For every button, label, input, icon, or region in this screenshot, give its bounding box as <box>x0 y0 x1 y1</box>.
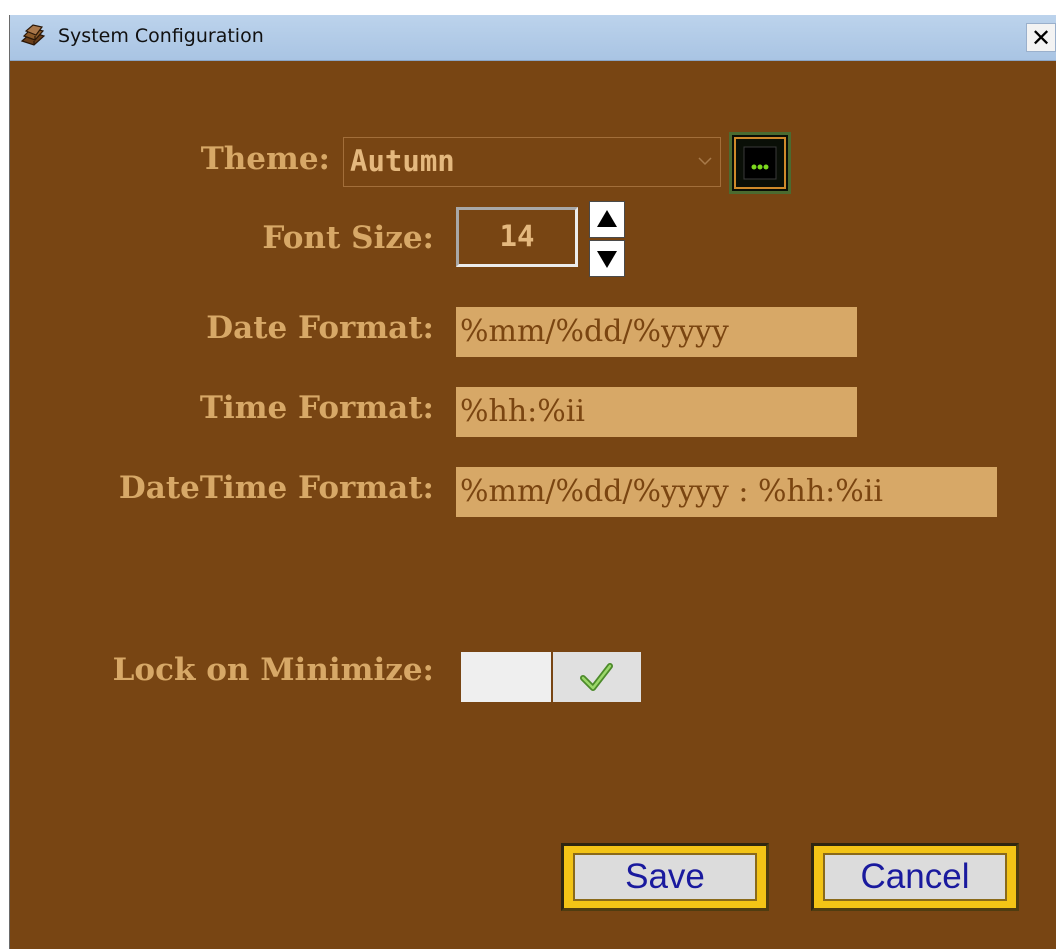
arrow-up-icon <box>597 210 617 227</box>
save-button-label: Save <box>573 853 757 901</box>
font-size-label: Font Size: <box>262 220 434 256</box>
system-configuration-window: System Configuration ✕ Theme: Autumn Fon… <box>9 15 1056 949</box>
theme-select-value: Autumn <box>350 144 455 178</box>
books-icon <box>20 24 46 46</box>
checkmark-icon <box>580 663 613 691</box>
cancel-button-label: Cancel <box>823 853 1007 901</box>
toggle-on-segment[interactable] <box>553 652 641 702</box>
font-size-decrease-button[interactable] <box>589 240 625 277</box>
datetime-format-input[interactable]: %mm/%dd/%yyyy : %hh:%ii <box>456 467 997 517</box>
close-icon: ✕ <box>1030 24 1052 52</box>
theme-preview-icon <box>734 137 786 189</box>
arrow-down-icon <box>597 251 617 268</box>
time-format-input[interactable]: %hh:%ii <box>456 387 857 437</box>
time-format-label: Time Format: <box>199 390 434 426</box>
toggle-off-segment[interactable] <box>461 652 551 702</box>
lock-on-minimize-label: Lock on Minimize: <box>112 652 434 688</box>
theme-picker-button[interactable] <box>729 132 791 194</box>
save-button[interactable]: Save <box>561 843 769 911</box>
theme-select[interactable]: Autumn <box>343 137 721 187</box>
lock-on-minimize-toggle[interactable] <box>461 652 641 702</box>
cancel-button[interactable]: Cancel <box>811 843 1019 911</box>
window-title: System Configuration <box>58 25 264 47</box>
font-size-input[interactable]: 14 <box>456 207 578 267</box>
date-format-input[interactable]: %mm/%dd/%yyyy <box>456 307 857 357</box>
font-size-increase-button[interactable] <box>589 201 625 238</box>
datetime-format-label: DateTime Format: <box>118 470 434 506</box>
date-format-label: Date Format: <box>206 310 434 346</box>
close-button[interactable]: ✕ <box>1026 23 1056 52</box>
theme-label: Theme: <box>200 141 330 177</box>
chevron-down-icon <box>698 157 712 166</box>
title-bar[interactable]: System Configuration ✕ <box>10 15 1056 61</box>
